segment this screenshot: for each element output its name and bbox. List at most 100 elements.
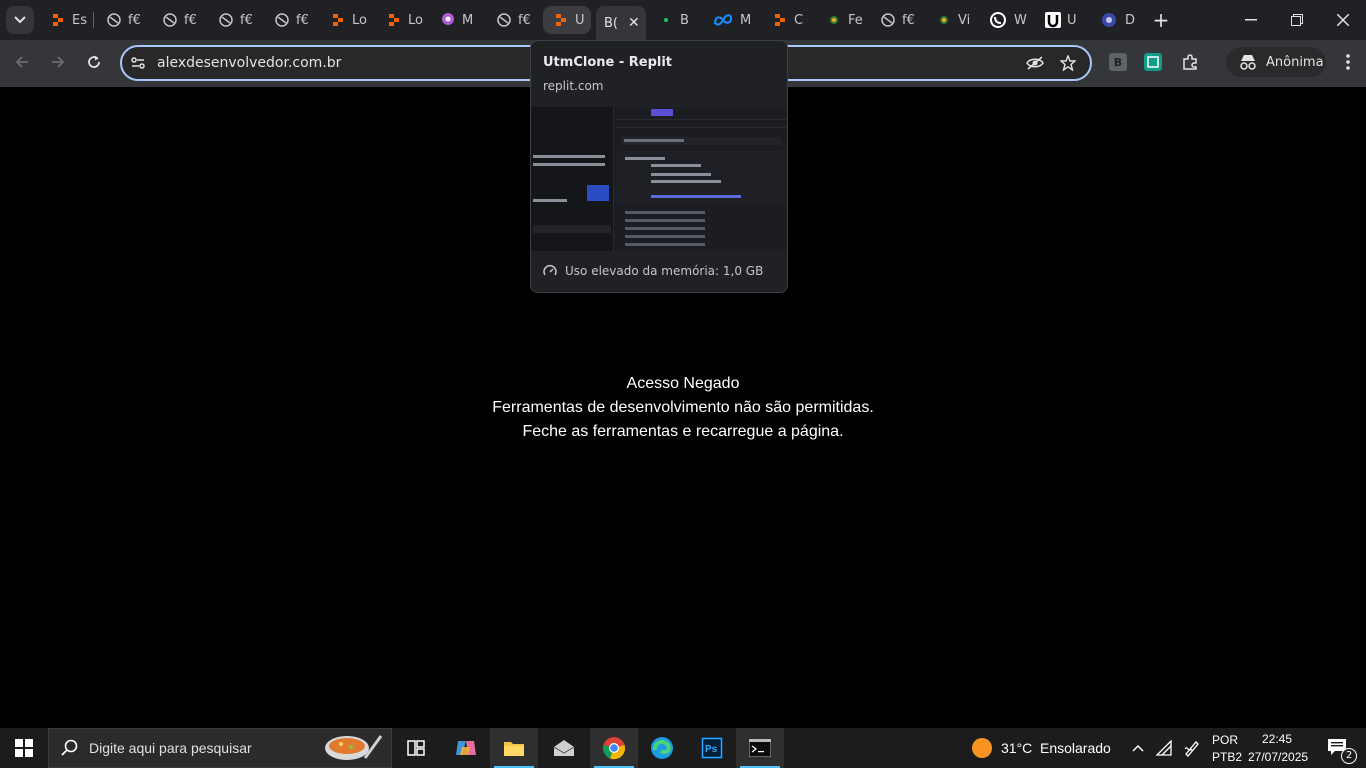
tab-hover-card: UtmClone - Replit replit.com Uso elevado… (530, 40, 788, 293)
tray-chevron[interactable] (1126, 728, 1150, 768)
clock-time[interactable]: 22:45 (1262, 732, 1292, 746)
weather-temp: 31°C (1001, 740, 1033, 756)
site-info-icon[interactable] (130, 55, 146, 71)
tab-label: B (680, 12, 689, 28)
tab-label: f€ (128, 12, 141, 28)
chrome-button[interactable] (590, 728, 638, 768)
tab-17[interactable]: W (988, 6, 1027, 34)
tab-8[interactable]: f€ (496, 6, 531, 34)
reload-button[interactable] (80, 48, 108, 76)
hover-card-memory: Uso elevado da memória: 1,0 GB (543, 264, 763, 278)
globe-icon (106, 12, 122, 28)
sun-icon (972, 738, 992, 758)
minimize-button[interactable] (1228, 0, 1274, 40)
incognito-profile-button[interactable]: Anônima (1226, 47, 1326, 77)
tab-label: f€ (518, 12, 531, 28)
menu-button[interactable] (1334, 48, 1362, 76)
notifications-button[interactable]: 2 (1318, 728, 1358, 768)
pen-button[interactable] (1180, 728, 1204, 768)
tab-label: Lo (408, 12, 423, 28)
back-button[interactable] (8, 48, 36, 76)
photoshop-icon: Ps (701, 737, 723, 759)
star-icon[interactable] (1060, 55, 1076, 71)
copilot-icon (456, 741, 476, 755)
globe-icon (274, 12, 290, 28)
tab-1[interactable]: f€ (106, 6, 141, 34)
tab-2[interactable]: f€ (162, 6, 197, 34)
tab-11[interactable]: B (658, 6, 689, 34)
gauge-icon (543, 265, 557, 276)
arrow-right-icon (52, 56, 65, 68)
message-heading: Acesso Negado (626, 375, 740, 392)
hover-card-domain: replit.com (543, 79, 604, 93)
close-window-button[interactable] (1320, 0, 1366, 40)
tab-12[interactable]: M (712, 6, 751, 34)
incognito-icon (1240, 55, 1256, 70)
tab-19[interactable]: D (1099, 6, 1135, 34)
copilot-button[interactable] (442, 728, 490, 768)
language-indicator[interactable]: POR (1212, 733, 1238, 747)
chevron-down-icon (14, 16, 26, 24)
forward-button[interactable] (44, 48, 72, 76)
pen-icon (1184, 741, 1199, 757)
whatsapp-icon (988, 12, 1008, 28)
terminal-icon (749, 739, 771, 757)
tab-strip: Es f€ f€ f€ f€ Lo Lo M f€ U B(✕ B M C F… (0, 0, 1366, 40)
replit-icon (772, 12, 788, 28)
extension-teal-icon[interactable] (1144, 53, 1162, 71)
tab-16[interactable]: Vi (936, 6, 970, 34)
soup-bowl-icon (325, 735, 383, 760)
eye-off-icon[interactable] (1025, 55, 1045, 71)
restore-button[interactable] (1274, 0, 1320, 40)
incognito-label: Anônima (1266, 54, 1324, 70)
u-icon (1045, 12, 1061, 28)
search-placeholder: Digite aqui para pesquisar (89, 740, 252, 756)
green-dot-icon (826, 12, 842, 28)
network-button[interactable] (1152, 728, 1176, 768)
clock-date[interactable]: 27/07/2025 (1248, 750, 1308, 764)
weather-widget[interactable] (958, 728, 1006, 768)
tab-18[interactable]: U (1045, 6, 1077, 34)
green-dot-icon (936, 12, 952, 28)
tab-9-hovered[interactable]: U (543, 6, 591, 34)
tab-5[interactable]: Lo (330, 6, 367, 34)
new-tab-plus-icon[interactable]: + (1150, 8, 1172, 32)
replit-icon (386, 12, 402, 28)
tab-4[interactable]: f€ (274, 6, 309, 34)
globe-icon (218, 12, 234, 28)
terminal-button[interactable] (736, 728, 784, 768)
mail-button[interactable] (540, 728, 588, 768)
access-denied-message: Acesso Negado Ferramentas de desenvolvim… (0, 372, 1366, 444)
keyboard-layout[interactable]: PTB2 (1212, 750, 1242, 764)
hover-card-memory-text: Uso elevado da memória: 1,0 GB (565, 264, 764, 278)
close-tab-icon[interactable]: ✕ (628, 15, 640, 31)
tab-14[interactable]: Fe (826, 6, 863, 34)
extensions-button[interactable] (1176, 48, 1204, 76)
tab-10-active[interactable]: B( ✕ (596, 6, 646, 40)
tab-label: C (794, 12, 804, 28)
task-view-button[interactable] (392, 728, 440, 768)
tab-15[interactable]: f€ (880, 6, 915, 34)
tab-search-button[interactable] (6, 6, 34, 34)
tab-label: f€ (296, 12, 309, 28)
file-explorer-button[interactable] (490, 728, 538, 768)
tab-label: f€ (902, 12, 915, 28)
tab-0[interactable]: Es (50, 6, 87, 34)
message-line-3: Feche as ferramentas e recarregue a pági… (522, 423, 844, 440)
message-line-2: Ferramentas de desenvolvimento não são p… (492, 399, 874, 416)
start-button[interactable] (0, 728, 48, 768)
taskbar-search[interactable]: Digite aqui para pesquisar (48, 728, 392, 768)
tab-13[interactable]: C (772, 6, 803, 34)
tab-7[interactable]: M (440, 6, 473, 34)
search-icon (61, 739, 78, 756)
extension-b-icon[interactable]: B (1109, 53, 1127, 71)
tab-label: W (1014, 12, 1027, 28)
globe-icon (496, 12, 512, 28)
mail-icon (553, 740, 575, 756)
photoshop-button[interactable]: Ps (688, 728, 736, 768)
tab-label: D (1125, 12, 1136, 28)
tab-3[interactable]: f€ (218, 6, 253, 34)
reload-icon (88, 55, 100, 68)
edge-button[interactable] (638, 728, 686, 768)
tab-6[interactable]: Lo (386, 6, 423, 34)
